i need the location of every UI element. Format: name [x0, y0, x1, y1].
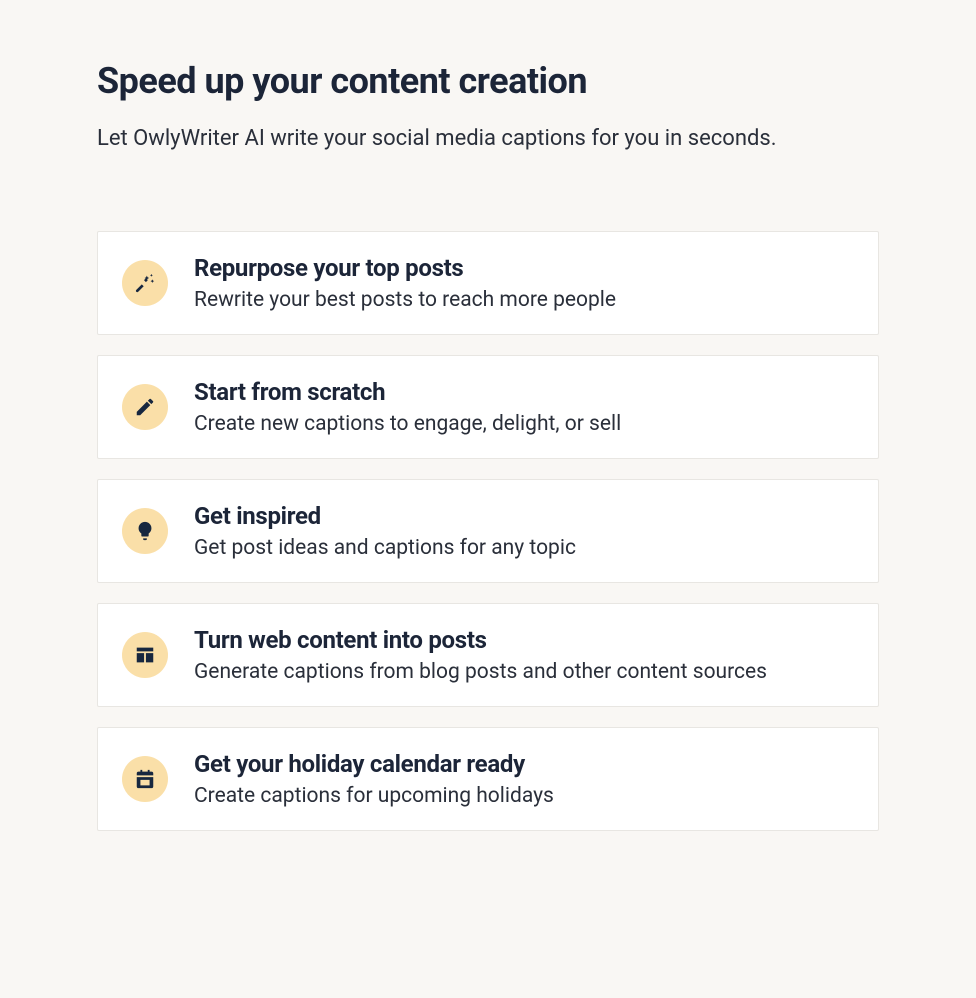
option-web-content-to-posts[interactable]: Turn web content into posts Generate cap… — [97, 603, 879, 707]
option-get-inspired[interactable]: Get inspired Get post ideas and captions… — [97, 479, 879, 583]
calendar-icon — [122, 756, 168, 802]
option-title: Repurpose your top posts — [194, 254, 854, 282]
option-description: Get post ideas and captions for any topi… — [194, 536, 854, 560]
option-title: Get inspired — [194, 502, 854, 530]
option-text: Repurpose your top posts Rewrite your be… — [194, 254, 854, 312]
option-description: Generate captions from blog posts and ot… — [194, 660, 854, 684]
option-text: Start from scratch Create new captions t… — [194, 378, 854, 436]
option-description: Create captions for upcoming holidays — [194, 784, 854, 808]
option-description: Create new captions to engage, delight, … — [194, 412, 854, 436]
lightbulb-icon — [122, 508, 168, 554]
page-subtitle: Let OwlyWriter AI write your social medi… — [97, 126, 879, 151]
option-title: Get your holiday calendar ready — [194, 750, 854, 778]
pencil-icon — [122, 384, 168, 430]
option-repurpose-top-posts[interactable]: Repurpose your top posts Rewrite your be… — [97, 231, 879, 335]
option-text: Turn web content into posts Generate cap… — [194, 626, 854, 684]
option-description: Rewrite your best posts to reach more pe… — [194, 288, 854, 312]
page-title: Speed up your content creation — [97, 60, 879, 102]
option-title: Start from scratch — [194, 378, 854, 406]
option-holiday-calendar[interactable]: Get your holiday calendar ready Create c… — [97, 727, 879, 831]
option-text: Get inspired Get post ideas and captions… — [194, 502, 854, 560]
option-text: Get your holiday calendar ready Create c… — [194, 750, 854, 808]
layout-icon — [122, 632, 168, 678]
option-start-from-scratch[interactable]: Start from scratch Create new captions t… — [97, 355, 879, 459]
option-title: Turn web content into posts — [194, 626, 854, 654]
magic-wand-icon — [122, 260, 168, 306]
